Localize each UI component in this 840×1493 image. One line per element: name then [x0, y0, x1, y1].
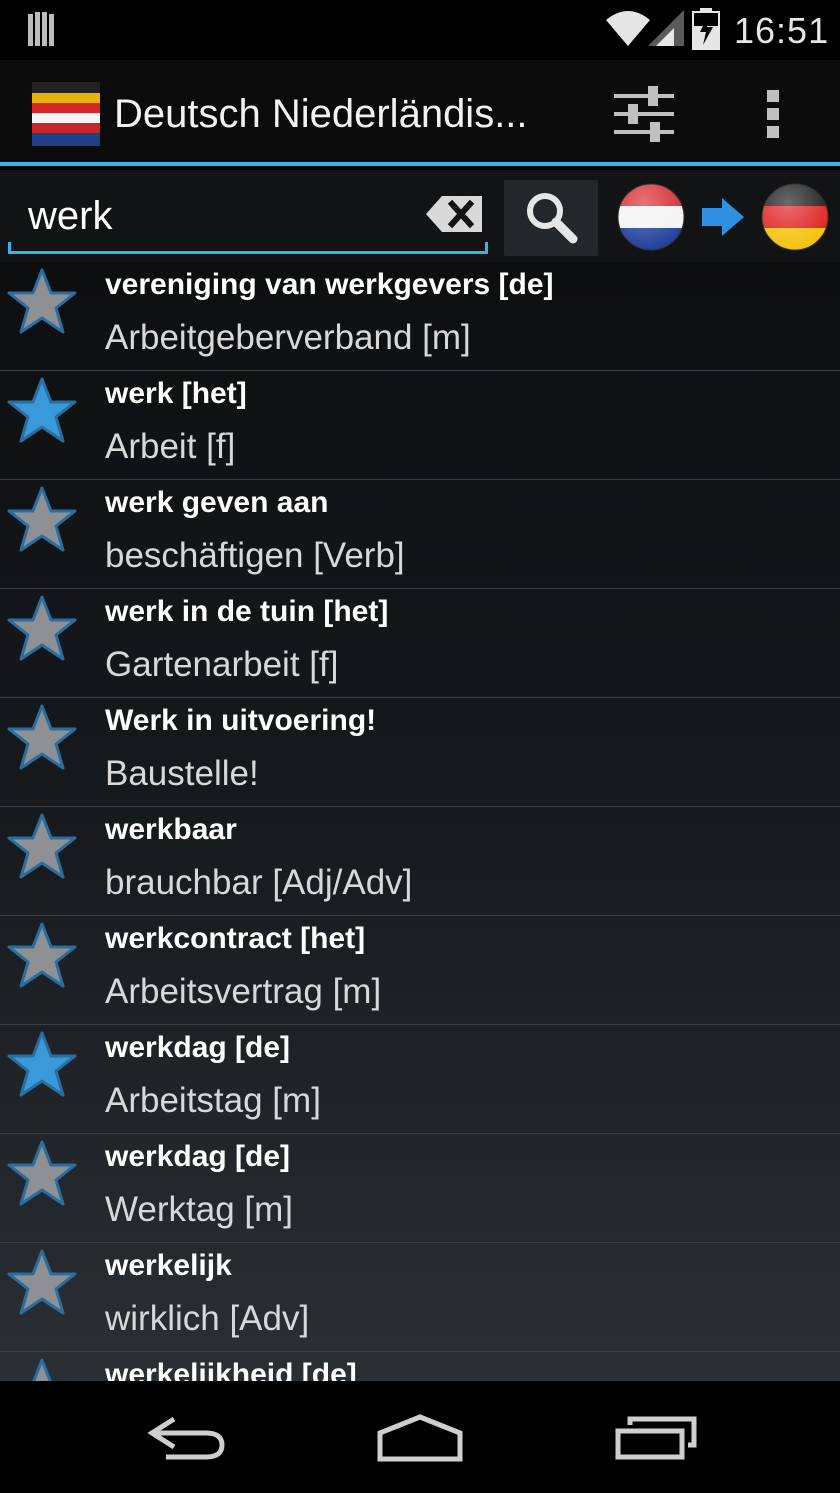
- wifi-icon: [606, 11, 650, 46]
- result-translation: Werktag [m]: [105, 1190, 294, 1229]
- back-icon[interactable]: [146, 1413, 226, 1463]
- result-row[interactable]: werkelijk wirklich [Adv]: [0, 1243, 840, 1352]
- result-source-term: werkdag [de]: [105, 1031, 291, 1064]
- star-icon[interactable]: [6, 593, 78, 665]
- result-row[interactable]: werk geven aan beschäftigen [Verb]: [0, 480, 840, 589]
- star-filled-icon[interactable]: [6, 375, 78, 447]
- result-translation: Gartenarbeit [f]: [105, 645, 339, 684]
- dutch-flag-icon[interactable]: [616, 182, 686, 252]
- result-source-term: werkbaar: [105, 813, 237, 846]
- result-row[interactable]: werkcontract [het] Arbeitsvertrag [m]: [0, 916, 840, 1025]
- star-icon[interactable]: [6, 1356, 78, 1381]
- search-underline-right: [485, 242, 488, 254]
- results-list[interactable]: vereniging van werkgevers [de] Arbeitgebe…: [0, 262, 840, 1381]
- result-source-term: werk [het]: [105, 377, 247, 410]
- result-source-term: werkdag [de]: [105, 1140, 291, 1173]
- result-source-term: vereniging van werkgevers [de]: [105, 268, 554, 301]
- star-icon[interactable]: [6, 811, 78, 883]
- result-row[interactable]: vereniging van werkgevers [de] Arbeitgebe…: [0, 262, 840, 371]
- search-button[interactable]: [504, 180, 598, 256]
- grid-icon: [28, 12, 54, 46]
- star-icon[interactable]: [6, 702, 78, 774]
- result-row[interactable]: Werk in uitvoering! Baustelle!: [0, 698, 840, 807]
- result-source-term: werkelijk: [105, 1249, 232, 1282]
- app-title: Deutsch Niederländis...: [114, 92, 528, 136]
- result-row[interactable]: werkdag [de] Arbeitstag [m]: [0, 1025, 840, 1134]
- arrow-right-icon: [702, 198, 744, 236]
- search-input[interactable]: [8, 182, 488, 254]
- star-icon[interactable]: [6, 266, 78, 338]
- recents-icon[interactable]: [614, 1415, 698, 1461]
- home-icon[interactable]: [376, 1413, 464, 1463]
- result-source-term: werkelijkheid [de]: [105, 1358, 357, 1381]
- star-icon[interactable]: [6, 1138, 78, 1210]
- result-row[interactable]: werk in de tuin [het] Gartenarbeit [f]: [0, 589, 840, 698]
- result-translation: Arbeitgeberverband [m]: [105, 318, 471, 357]
- german-flag-icon[interactable]: [760, 182, 830, 252]
- status-bar: 16:51: [0, 0, 840, 60]
- result-translation: Arbeitstag [m]: [105, 1081, 321, 1120]
- battery-charging-icon: [692, 8, 720, 50]
- star-icon[interactable]: [6, 484, 78, 556]
- clear-icon[interactable]: [426, 194, 484, 234]
- star-icon[interactable]: [6, 1247, 78, 1319]
- navigation-bar: [0, 1381, 840, 1493]
- star-icon[interactable]: [6, 920, 78, 992]
- result-translation: Baustelle!: [105, 754, 259, 793]
- search-icon: [527, 192, 578, 243]
- result-source-term: Werk in uitvoering!: [105, 704, 377, 737]
- result-source-term: werk geven aan: [105, 486, 329, 519]
- result-translation: wirklich [Adv]: [105, 1299, 310, 1338]
- search-underline-left: [8, 242, 11, 254]
- result-row[interactable]: werkbaar brauchbar [Adj/Adv]: [0, 807, 840, 916]
- settings-sliders-icon[interactable]: [612, 84, 676, 144]
- result-source-term: werk in de tuin [het]: [105, 595, 389, 628]
- result-source-term: werkcontract [het]: [105, 922, 366, 955]
- overflow-menu-icon[interactable]: [764, 88, 784, 140]
- signal-icon: [648, 10, 684, 46]
- result-translation: beschäftigen [Verb]: [105, 536, 405, 575]
- search-row: [0, 170, 840, 262]
- star-filled-icon[interactable]: [6, 1029, 78, 1101]
- status-time: 16:51: [734, 10, 830, 51]
- result-translation: Arbeit [f]: [105, 427, 236, 466]
- result-row[interactable]: werkdag [de] Werktag [m]: [0, 1134, 840, 1243]
- result-row[interactable]: werk [het] Arbeit [f]: [0, 371, 840, 480]
- action-bar: Deutsch Niederländis...: [0, 60, 840, 166]
- result-translation: brauchbar [Adj/Adv]: [105, 863, 413, 902]
- result-row[interactable]: werkelijkheid [de]: [0, 1352, 840, 1381]
- result-translation: Arbeitsvertrag [m]: [105, 972, 382, 1011]
- app-flag-icon[interactable]: [32, 82, 100, 146]
